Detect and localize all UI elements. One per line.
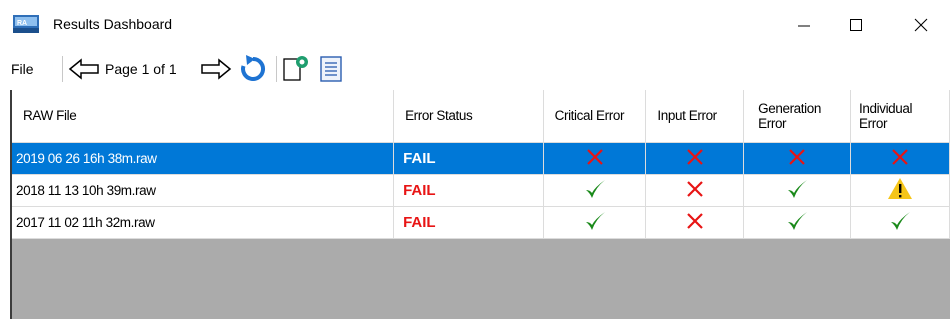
input-error-cell[interactable] — [645, 142, 745, 175]
check-icon — [788, 211, 808, 230]
app-icon: RA — [13, 15, 39, 33]
refresh-icon — [241, 55, 266, 81]
results-dashboard-window: RA Results Dashboard File Page 1 of 1 RA… — [0, 0, 950, 319]
previous-page-button[interactable] — [68, 55, 100, 83]
column-header-input-error[interactable]: Input Error — [645, 90, 745, 143]
file-menu[interactable]: File — [11, 61, 34, 77]
check-icon — [585, 179, 605, 198]
toolbar: File Page 1 of 1 — [0, 50, 950, 88]
results-table: RAW File Error Status Critical Error Inp… — [12, 90, 950, 239]
toolbar-separator — [62, 56, 63, 82]
arrow-left-icon — [68, 58, 99, 80]
cross-icon — [687, 148, 703, 165]
maximize-icon — [850, 19, 862, 31]
critical-error-cell[interactable] — [543, 142, 647, 175]
column-header-individual-error[interactable]: Individual Error — [850, 90, 950, 143]
generation-error-cell[interactable] — [743, 142, 852, 175]
check-icon — [585, 211, 605, 230]
input-error-cell[interactable] — [645, 174, 745, 207]
cross-icon — [687, 180, 703, 197]
results-grid[interactable]: RAW File Error Status Critical Error Inp… — [10, 90, 950, 319]
window-margin — [0, 88, 10, 319]
check-icon — [891, 211, 911, 230]
critical-error-cell[interactable] — [543, 174, 647, 207]
header-row: RAW File Error Status Critical Error Inp… — [12, 90, 950, 143]
critical-error-cell[interactable] — [543, 206, 647, 239]
table-row[interactable]: 2019 06 26 16h 38m.raw FAIL — [12, 142, 950, 175]
check-icon — [788, 179, 808, 198]
new-document-icon — [283, 56, 308, 81]
error-status-cell[interactable]: FAIL — [393, 142, 544, 175]
window-title: Results Dashboard — [53, 16, 173, 32]
notepad-icon — [320, 56, 342, 82]
toolbar-separator — [276, 56, 277, 82]
column-header-generation-error[interactable]: Generation Error — [743, 90, 852, 143]
individual-error-cell[interactable] — [850, 206, 950, 239]
next-page-button[interactable] — [200, 55, 232, 83]
column-header-error-status[interactable]: Error Status — [393, 90, 544, 143]
generation-error-cell[interactable] — [743, 174, 852, 207]
column-header-critical-error[interactable]: Critical Error — [543, 90, 647, 143]
individual-error-cell[interactable] — [850, 142, 950, 175]
maximize-button[interactable] — [825, 0, 887, 50]
minimize-icon — [798, 25, 810, 27]
individual-error-cell[interactable] — [850, 174, 950, 207]
column-header-raw-file[interactable]: RAW File — [12, 90, 395, 143]
generation-error-cell[interactable] — [743, 206, 852, 239]
arrow-right-icon — [201, 58, 232, 80]
raw-file-cell[interactable]: 2017 11 02 11h 32m.raw — [12, 206, 395, 239]
cross-icon — [789, 148, 805, 165]
cross-icon — [892, 148, 908, 165]
refresh-button[interactable] — [238, 55, 268, 83]
input-error-cell[interactable] — [645, 206, 745, 239]
cross-icon — [687, 212, 703, 229]
page-indicator: Page 1 of 1 — [105, 61, 177, 77]
error-status-cell[interactable]: FAIL — [393, 206, 544, 239]
error-status-cell[interactable]: FAIL — [393, 174, 544, 207]
raw-file-cell[interactable]: 2018 11 13 10h 39m.raw — [12, 174, 395, 207]
title-bar[interactable]: RA Results Dashboard — [0, 0, 950, 50]
table-row[interactable]: 2018 11 13 10h 39m.raw FAIL — [12, 174, 950, 207]
close-button[interactable] — [890, 0, 950, 50]
warning-icon — [888, 177, 913, 199]
report-button[interactable] — [318, 55, 344, 83]
close-icon — [914, 18, 928, 32]
raw-file-cell[interactable]: 2019 06 26 16h 38m.raw — [12, 142, 395, 175]
svg-text:RA: RA — [17, 20, 27, 27]
new-report-button[interactable] — [282, 55, 312, 83]
table-row[interactable]: 2017 11 02 11h 32m.raw FAIL — [12, 206, 950, 239]
cross-icon — [586, 148, 603, 165]
